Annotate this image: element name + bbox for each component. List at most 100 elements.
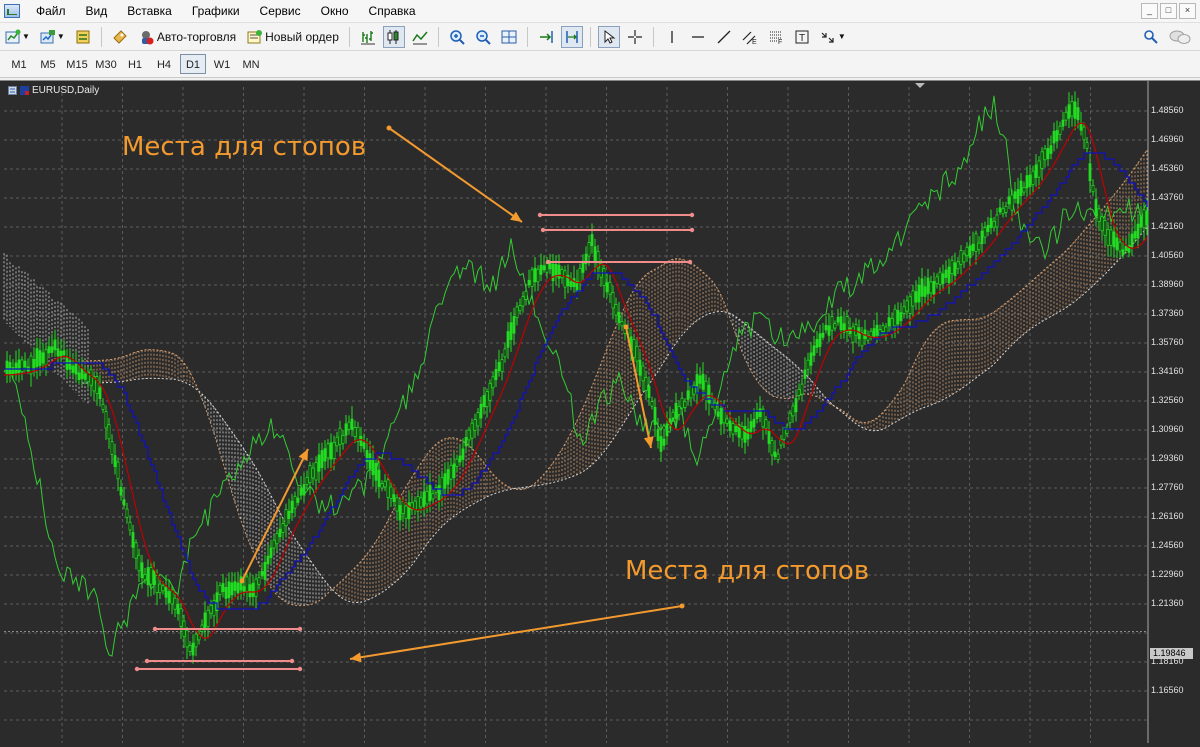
stop-level-marker (689, 227, 695, 233)
timeframe-m15[interactable]: M15 (64, 54, 90, 74)
timeframe-h4[interactable]: H4 (151, 54, 177, 74)
price-tick-label: 1.37360 (1151, 308, 1184, 318)
candle-body (188, 645, 192, 652)
candle-body (35, 348, 39, 367)
timeframe-w1[interactable]: W1 (209, 54, 235, 74)
crosshair-button[interactable] (624, 26, 646, 48)
chart-shift-button[interactable] (560, 25, 583, 48)
search-button[interactable] (1140, 26, 1162, 48)
candle-body (116, 461, 120, 480)
stop-level-marker (537, 212, 543, 218)
menu-file[interactable]: Файл (26, 0, 76, 22)
candle-body (80, 368, 84, 379)
tile-icon (501, 30, 517, 43)
fibonacci-button[interactable]: F (765, 26, 787, 48)
data-window-button[interactable] (72, 26, 94, 48)
bar-chart-button[interactable] (357, 26, 379, 48)
candle-body (290, 500, 294, 513)
menu-insert[interactable]: Вставка (117, 0, 182, 22)
chat-button[interactable] (1166, 26, 1194, 48)
line-chart-button[interactable] (409, 26, 431, 48)
candle-body (968, 245, 972, 259)
candle-body (1007, 196, 1011, 205)
candle-body (614, 304, 618, 316)
price-tick-label: 1.24560 (1151, 540, 1184, 550)
menu-help[interactable]: Справка (359, 0, 426, 22)
candle-body (326, 443, 330, 459)
menu-tools[interactable]: Сервис (250, 0, 311, 22)
restore-button[interactable]: □ (1160, 3, 1177, 19)
trendline-button[interactable] (713, 26, 735, 48)
candle-body (269, 547, 273, 558)
cursor-button[interactable] (597, 25, 620, 48)
timeframe-m30[interactable]: M30 (93, 54, 119, 74)
candle-body (869, 330, 873, 337)
new-chart-button[interactable]: ▼ (2, 26, 33, 48)
chart-canvas[interactable] (0, 81, 1200, 747)
price-tick-label: 1.45360 (1151, 163, 1184, 173)
profiles-button[interactable]: ▼ (37, 26, 68, 48)
zoom-in-button[interactable] (446, 26, 468, 48)
candle-body (77, 372, 81, 380)
price-tick-label: 1.22960 (1151, 569, 1184, 579)
line-chart-icon (412, 31, 428, 44)
tile-windows-button[interactable] (498, 26, 520, 48)
candle-body (1079, 122, 1083, 131)
close-button[interactable]: × (1179, 3, 1196, 19)
menu-view[interactable]: Вид (76, 0, 118, 22)
candle-body (479, 403, 483, 419)
candle-body (836, 316, 840, 323)
candlestick-button[interactable] (382, 25, 405, 48)
horizontal-line-button[interactable] (687, 26, 709, 48)
autoscroll-button[interactable] (535, 26, 557, 48)
candle-body (800, 383, 804, 395)
candle-body (659, 436, 663, 452)
chart-window[interactable]: EURUSD,Daily 1.48560 1.46960 1.45360 1.4376… (0, 80, 1200, 747)
timeframe-d1[interactable]: D1 (180, 54, 206, 74)
candle-body (1073, 101, 1077, 119)
channel-button[interactable]: E (739, 26, 761, 48)
candle-body (551, 263, 555, 282)
candle-body (83, 373, 87, 380)
candle-body (671, 411, 675, 419)
candle-body (1133, 231, 1137, 239)
candle-body (788, 412, 792, 424)
candle-body (44, 349, 48, 366)
candle-body (875, 324, 879, 336)
candle-body (488, 382, 492, 401)
menu-charts[interactable]: Графики (182, 0, 250, 22)
cursor-icon (604, 29, 616, 44)
annotation-top: Места для стопов (122, 132, 367, 162)
candle-body (266, 555, 270, 565)
navigator-button[interactable] (109, 26, 131, 48)
price-tick-label: 1.34160 (1151, 366, 1184, 376)
candle-body (1046, 148, 1050, 160)
candle-body (275, 533, 279, 545)
candle-body (233, 581, 237, 591)
candle-body (167, 591, 171, 603)
timeframe-mn[interactable]: MN (238, 54, 264, 74)
candle-body (617, 311, 621, 324)
chart-window-icon (8, 86, 17, 95)
timeframe-m1[interactable]: M1 (6, 54, 32, 74)
candle-body (392, 494, 396, 502)
candle-body (425, 491, 429, 505)
timeframe-h1[interactable]: H1 (122, 54, 148, 74)
text-button[interactable]: T (791, 26, 813, 48)
timeframe-m5[interactable]: M5 (35, 54, 61, 74)
zoom-out-button[interactable] (472, 26, 494, 48)
vertical-line-button[interactable] (661, 26, 683, 48)
new-order-button[interactable]: Новый ордер (243, 26, 342, 48)
stop-level-marker (144, 658, 150, 664)
candle-body (698, 375, 702, 384)
candle-body (359, 435, 363, 447)
candle-body (731, 423, 735, 435)
candle-body (95, 376, 99, 394)
arrows-button[interactable]: ▼ (817, 26, 849, 48)
menu-window[interactable]: Окно (311, 0, 359, 22)
candle-body (344, 423, 348, 436)
auto-trading-button[interactable]: Авто-торговля (135, 26, 239, 48)
minimize-button[interactable]: _ (1141, 3, 1158, 19)
candle-body (881, 325, 885, 332)
candle-body (905, 300, 909, 312)
